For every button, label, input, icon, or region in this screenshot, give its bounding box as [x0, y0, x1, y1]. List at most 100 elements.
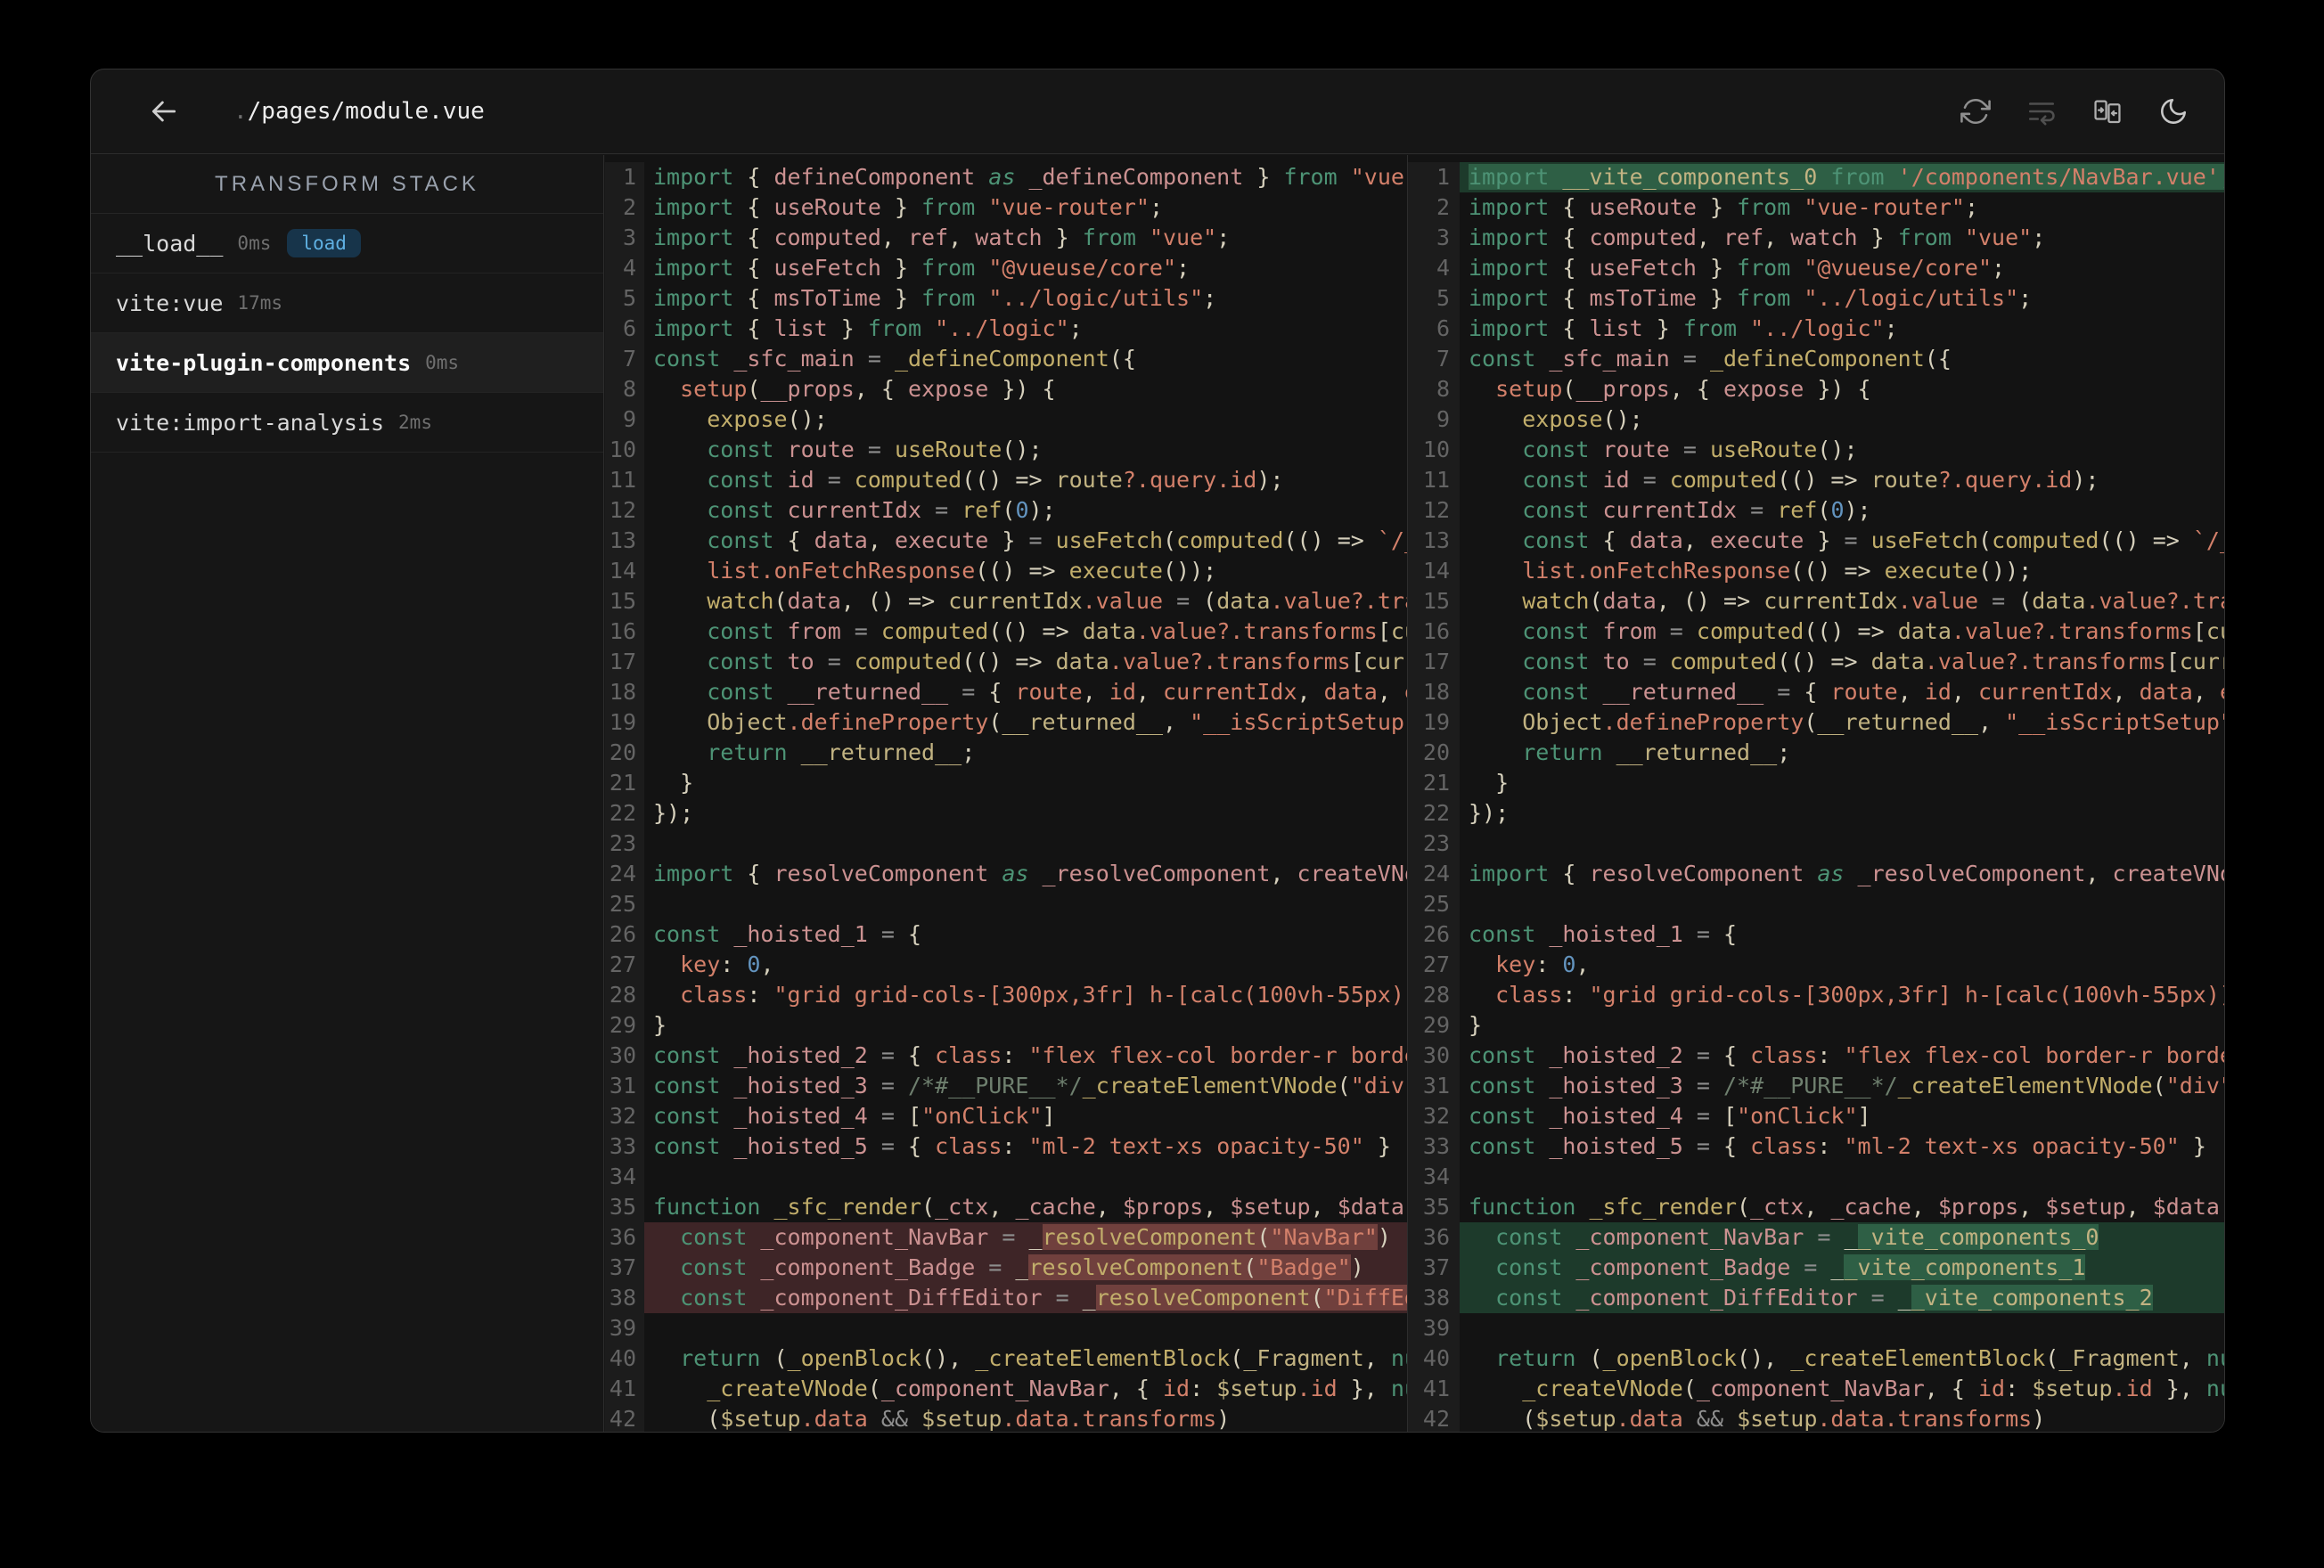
line-number: 10 — [605, 435, 644, 465]
line-number: 3 — [1408, 223, 1460, 253]
code-line-text: expose(); — [1522, 406, 1643, 432]
line-number: 18 — [1408, 677, 1460, 707]
code-line-text — [1460, 1313, 2224, 1343]
line-number: 33 — [605, 1131, 644, 1162]
code-line: 33 const _hoisted_5 = { class: "ml-2 text… — [605, 1131, 1407, 1162]
code-line: 21 } — [1408, 768, 2224, 798]
code-line: 41 _createVNode(_component_NavBar, { id:… — [1408, 1374, 2224, 1404]
line-number: 5 — [605, 283, 644, 314]
code-line: 13 const { data, execute } = useFetch(co… — [605, 526, 1407, 556]
line-number: 2 — [1408, 192, 1460, 223]
code-line: 18 const __returned__ = { route, id, cur… — [1408, 677, 2224, 707]
code-line: 22}); — [605, 798, 1407, 829]
code-line-text: import { computed, ref, watch } from "vu… — [1469, 225, 2046, 250]
code-line: 38 const _component_DiffEditor = _resolv… — [605, 1283, 1407, 1313]
side-by-side-diff-icon — [2094, 100, 2121, 124]
code-line-text: Object.defineProperty(__returned__, "__i… — [1522, 709, 2225, 735]
code-line: 34 — [1408, 1162, 2224, 1192]
code-line-text: const _component_NavBar = __vite_compone… — [1460, 1222, 2224, 1253]
line-number: 8 — [1408, 374, 1460, 404]
code-line-text: } — [653, 770, 694, 796]
page-title-prefix: . — [233, 98, 248, 125]
code-panel-after[interactable]: 1 import __vite_components_0 from '/compo… — [1408, 155, 2225, 1432]
code-line: 15 watch(data, () => currentIdx.value = … — [1408, 586, 2224, 617]
code-line-text: const id = computed(() => route?.query.i… — [1522, 467, 2099, 493]
line-number: 20 — [1408, 738, 1460, 768]
transform-stack-list: __load__ 0ms load vite:vue 17ms vite-plugin-c… — [91, 214, 603, 453]
theme-toggle-button[interactable] — [2158, 96, 2189, 127]
line-number: 41 — [605, 1374, 644, 1404]
code-line: 28 class: "grid grid-cols-[300px,3fr] h-… — [1408, 980, 2224, 1010]
code-line-text: Object.defineProperty(__returned__, "__i… — [707, 709, 1407, 735]
arrow-left-icon — [151, 101, 176, 122]
plugin-duration: 0ms — [237, 233, 272, 254]
code-line-text: ($setup.data && $setup.data.transforms) — [653, 1406, 1231, 1432]
code-line-text: function _sfc_render(_ctx, _cache, $prop… — [1469, 1194, 2224, 1220]
line-number: 29 — [605, 1010, 644, 1041]
code-line-text: const _hoisted_1 = { — [1469, 921, 1738, 947]
header-actions — [1960, 96, 2189, 127]
diff-view-toggle-button[interactable] — [2092, 96, 2123, 127]
code-line-text: import { computed, ref, watch } from "vu… — [653, 225, 1231, 250]
code-line: 10 const route = useRoute(); — [1408, 435, 2224, 465]
line-number: 42 — [605, 1404, 644, 1432]
line-number: 37 — [1408, 1253, 1460, 1283]
code-line: 6 import { list } from "../logic"; — [1408, 314, 2224, 344]
line-number: 7 — [605, 344, 644, 374]
code-line: 3 import { computed, ref, watch } from "v… — [1408, 223, 2224, 253]
code-line-text: const _hoisted_4 = ["onClick"] — [653, 1103, 1056, 1129]
transform-stack-item-vite-plugin-components[interactable]: vite-plugin-components 0ms — [91, 333, 603, 393]
code-line-text: ($setup.data && $setup.data.transforms) — [1469, 1406, 2046, 1432]
code-line-text: const _hoisted_5 = { class: "ml-2 text-x… — [653, 1133, 1391, 1159]
code-line: 27 key: 0, — [1408, 950, 2224, 980]
plugin-name: vite:import-analysis — [116, 409, 385, 436]
line-number: 39 — [1408, 1313, 1460, 1343]
code-line-text: const route = useRoute(); — [707, 437, 1043, 462]
back-button[interactable] — [146, 94, 182, 129]
code-line-text: const _component_Badge = __vite_componen… — [1460, 1253, 2224, 1283]
plugin-name: __load__ — [116, 230, 224, 257]
code-line: 3 import { computed, ref, watch } from "v… — [605, 223, 1407, 253]
code-line: 39 — [605, 1313, 1407, 1343]
code-line-text: const id = computed(() => route?.query.i… — [707, 467, 1284, 493]
code-line-text: setup(__props, { expose }) { — [680, 376, 1056, 402]
code-line-text: const _sfc_main = _defineComponent({ — [653, 346, 1136, 372]
code-line: 23 — [605, 829, 1407, 859]
code-line: 36 const _component_NavBar = _resolveCom… — [605, 1222, 1407, 1253]
transform-stack-sidebar: TRANSFORM STACK __load__ 0ms load vite:vue 1… — [91, 155, 604, 1432]
code-line: 8 setup(__props, { expose }) { — [605, 374, 1407, 404]
line-wrap-toggle-button[interactable] — [2026, 96, 2057, 127]
code-line-text: const _hoisted_4 = ["onClick"] — [1469, 1103, 1871, 1129]
line-number: 7 — [1408, 344, 1460, 374]
line-number: 27 — [605, 950, 644, 980]
code-line-text: const currentIdx = ref(0); — [707, 497, 1056, 523]
plugin-duration: 2ms — [398, 412, 432, 433]
code-line-text: import { list } from "../logic"; — [1469, 315, 1898, 341]
code-line: 11 const id = computed(() => route?.quer… — [1408, 465, 2224, 495]
code-line: 19 Object.defineProperty(__returned__, "… — [1408, 707, 2225, 738]
transform-stack-item-vite-vue[interactable]: vite:vue 17ms — [91, 274, 603, 333]
code-line-text — [1460, 829, 2224, 859]
line-number: 23 — [605, 829, 644, 859]
line-number: 28 — [1408, 980, 1460, 1010]
transform-stack-item--load-[interactable]: __load__ 0ms load — [91, 214, 603, 274]
line-number: 2 — [605, 192, 644, 223]
line-number: 16 — [605, 617, 644, 647]
code-line: 42 ($setup.data && $setup.data.transform… — [1408, 1404, 2224, 1432]
code-line: 9 expose(); — [1408, 404, 2224, 435]
code-panel-before[interactable]: 1 import { defineComponent as _defineComp… — [605, 155, 1408, 1432]
refresh-button[interactable] — [1960, 96, 1991, 127]
code-line-text: watch(data, () => currentIdx.value = (da… — [707, 588, 1407, 614]
code-line: 14 list.onFetchResponse(() => execute())… — [1408, 556, 2224, 586]
code-line-text: const route = useRoute(); — [1522, 437, 1858, 462]
line-number: 21 — [1408, 768, 1460, 798]
code-line: 1 import { defineComponent as _defineComp… — [605, 162, 1407, 192]
line-number: 18 — [605, 677, 644, 707]
transform-stack-item-vite-import-analysis[interactable]: vite:import-analysis 2ms — [91, 393, 603, 453]
code-line: 2 import { useRoute } from "vue-router"; — [1408, 192, 2224, 223]
line-number: 14 — [605, 556, 644, 586]
line-number: 20 — [605, 738, 644, 768]
code-line-text: _createVNode(_component_NavBar, { id: $s… — [707, 1376, 1407, 1401]
code-line-text: const from = computed(() => data.value?.… — [1522, 618, 2224, 644]
line-number: 25 — [1408, 889, 1460, 919]
